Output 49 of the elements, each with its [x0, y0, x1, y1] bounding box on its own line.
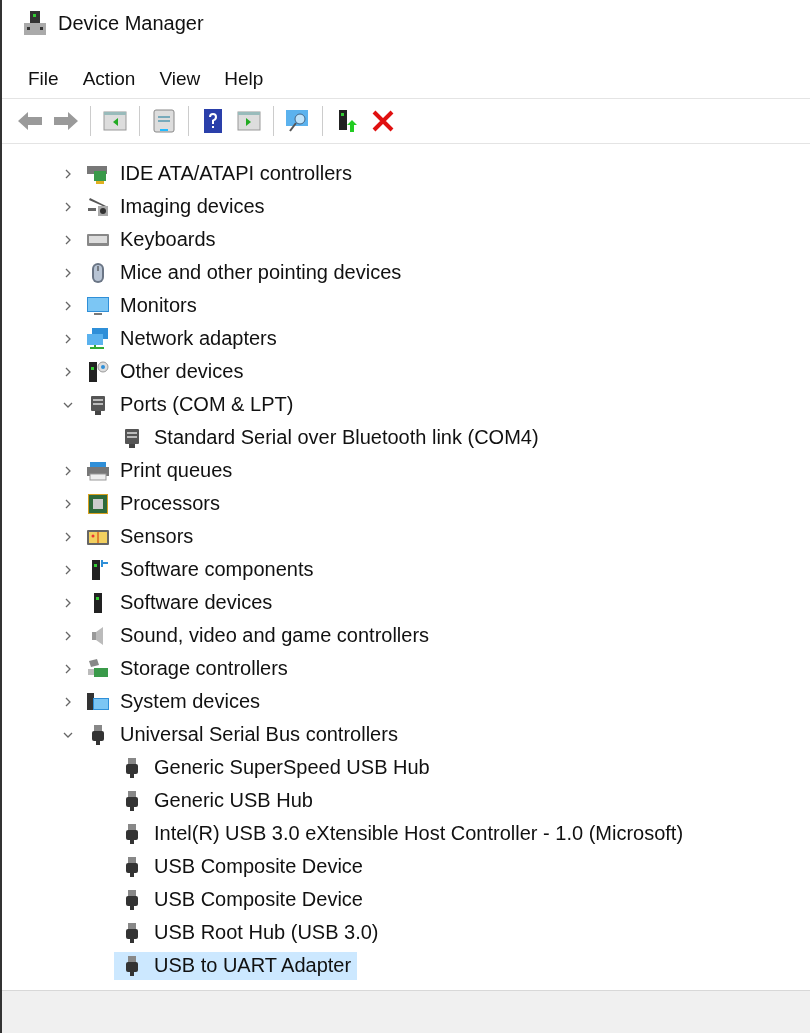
collapsed-chevron-icon[interactable] [63, 333, 73, 344]
collapsed-chevron-icon[interactable] [63, 564, 73, 575]
tree-item[interactable]: USB Composite Device [114, 885, 369, 914]
tree-item[interactable]: Mice and other pointing devices [80, 258, 408, 287]
tree-item[interactable]: USB to UART Adapter [114, 951, 358, 980]
tree-item[interactable]: Keyboards [80, 225, 222, 254]
collapsed-chevron-icon[interactable] [63, 300, 73, 311]
tree-item[interactable]: Intel(R) USB 3.0 eXtensible Host Controller - 1.0 (Microsoft) [114, 819, 690, 848]
menu-item[interactable]: Action [70, 68, 148, 90]
tree-item[interactable]: Print queues [80, 456, 239, 485]
collapsed-chevron-icon[interactable] [63, 234, 73, 245]
collapsed-chevron-icon[interactable] [63, 465, 73, 476]
tree-item[interactable]: Generic SuperSpeed USB Hub [114, 753, 436, 782]
tree-item[interactable]: Network adapters [80, 324, 283, 353]
collapsed-chevron-icon[interactable] [63, 498, 73, 509]
collapsed-chevron-icon[interactable] [63, 267, 73, 278]
collapsed-chevron-icon[interactable] [63, 663, 73, 674]
unknown-device-icon [86, 359, 110, 384]
tree-item[interactable]: System devices [80, 687, 267, 716]
tree-item[interactable]: IDE ATA/ATAPI controllers [80, 159, 358, 188]
tree-item[interactable]: Monitors [80, 291, 203, 320]
collapsed-chevron-icon[interactable] [63, 168, 73, 179]
tree-item[interactable]: Software components [80, 555, 320, 584]
tree-item[interactable]: USB Composite Device [114, 852, 369, 881]
tree-item[interactable]: Storage controllers [80, 654, 294, 683]
chip-icon [86, 491, 110, 516]
collapsed-chevron-icon[interactable] [63, 201, 73, 212]
collapsed-chevron-icon[interactable] [63, 630, 73, 641]
tree-item[interactable]: Standard Serial over Bluetooth link (COM4) [114, 423, 545, 452]
collapsed-chevron-icon[interactable] [63, 366, 73, 377]
device-manager-icon [24, 11, 46, 35]
network-icon [86, 326, 110, 351]
menu-item[interactable]: Help [212, 68, 276, 90]
tree-item[interactable]: Processors [80, 489, 227, 518]
tree-item[interactable]: Universal Serial Bus controllers [80, 720, 404, 749]
collapsed-chevron-icon[interactable] [63, 531, 73, 542]
tree-item[interactable]: Software devices [80, 588, 279, 617]
tree-item[interactable]: Generic USB Hub [114, 786, 319, 815]
menu-item[interactable]: File [16, 68, 71, 90]
window-title: Device Manager [58, 11, 204, 35]
collapsed-chevron-icon[interactable] [63, 696, 73, 707]
collapsed-chevron-icon[interactable] [63, 597, 73, 608]
tree-item[interactable]: Sound, video and game controllers [80, 621, 436, 650]
tree-item[interactable]: Imaging devices [80, 192, 271, 221]
menu-item[interactable]: View [147, 68, 213, 90]
tree-item[interactable]: Ports (COM & LPT) [80, 390, 300, 419]
tree-item[interactable]: Other devices [80, 357, 250, 386]
tree-item[interactable]: USB Root Hub (USB 3.0) [114, 918, 385, 947]
tree-item[interactable]: Sensors [80, 522, 200, 551]
